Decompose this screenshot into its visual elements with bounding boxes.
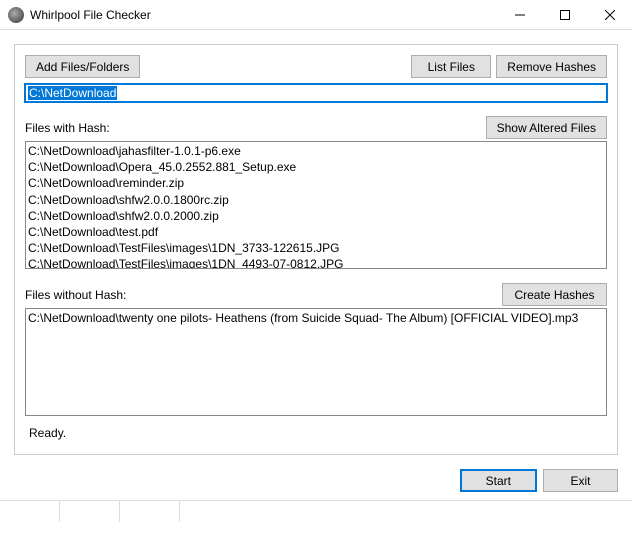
list-item[interactable]: C:\NetDownload\shfw2.0.0.1800rc.zip [28, 192, 604, 208]
main-panel: Add Files/Folders List Files Remove Hash… [14, 44, 618, 455]
add-files-folders-button[interactable]: Add Files/Folders [25, 55, 140, 78]
remove-hashes-button[interactable]: Remove Hashes [496, 55, 607, 78]
close-button[interactable] [587, 1, 632, 29]
window-title: Whirlpool File Checker [30, 8, 497, 22]
list-item[interactable]: C:\NetDownload\reminder.zip [28, 175, 604, 191]
list-item[interactable]: C:\NetDownload\twenty one pilots- Heathe… [28, 310, 604, 326]
window-controls [497, 1, 632, 29]
statusbar-cell [120, 501, 180, 522]
maximize-button[interactable] [542, 1, 587, 29]
list-item[interactable]: C:\NetDownload\jahasfilter-1.0.1-p6.exe [28, 143, 604, 159]
list-item[interactable]: C:\NetDownload\shfw2.0.0.2000.zip [28, 208, 604, 224]
statusbar [0, 500, 632, 522]
list-item[interactable]: C:\NetDownload\Opera_45.0.2552.881_Setup… [28, 159, 604, 175]
create-hashes-button[interactable]: Create Hashes [502, 283, 607, 306]
files-without-hash-label: Files without Hash: [25, 288, 502, 302]
statusbar-cell [0, 501, 60, 522]
statusbar-cell [60, 501, 120, 522]
app-icon [8, 7, 24, 23]
list-item[interactable]: C:\NetDownload\TestFiles\images\1DN_4493… [28, 256, 604, 269]
list-item[interactable]: C:\NetDownload\TestFiles\images\1DN_3733… [28, 240, 604, 256]
show-altered-files-button[interactable]: Show Altered Files [486, 116, 607, 139]
titlebar: Whirlpool File Checker [0, 0, 632, 30]
files-with-hash-label: Files with Hash: [25, 121, 486, 135]
start-button[interactable]: Start [460, 469, 537, 492]
minimize-button[interactable] [497, 1, 542, 29]
list-files-button[interactable]: List Files [411, 55, 491, 78]
status-text: Ready. [25, 416, 607, 444]
path-input[interactable]: C:\NetDownload [25, 84, 607, 102]
path-input-value: C:\NetDownload [28, 86, 117, 100]
exit-button[interactable]: Exit [543, 469, 618, 492]
files-without-hash-listbox[interactable]: C:\NetDownload\twenty one pilots- Heathe… [25, 308, 607, 416]
list-item[interactable]: C:\NetDownload\test.pdf [28, 224, 604, 240]
files-with-hash-listbox[interactable]: C:\NetDownload\jahasfilter-1.0.1-p6.exeC… [25, 141, 607, 269]
